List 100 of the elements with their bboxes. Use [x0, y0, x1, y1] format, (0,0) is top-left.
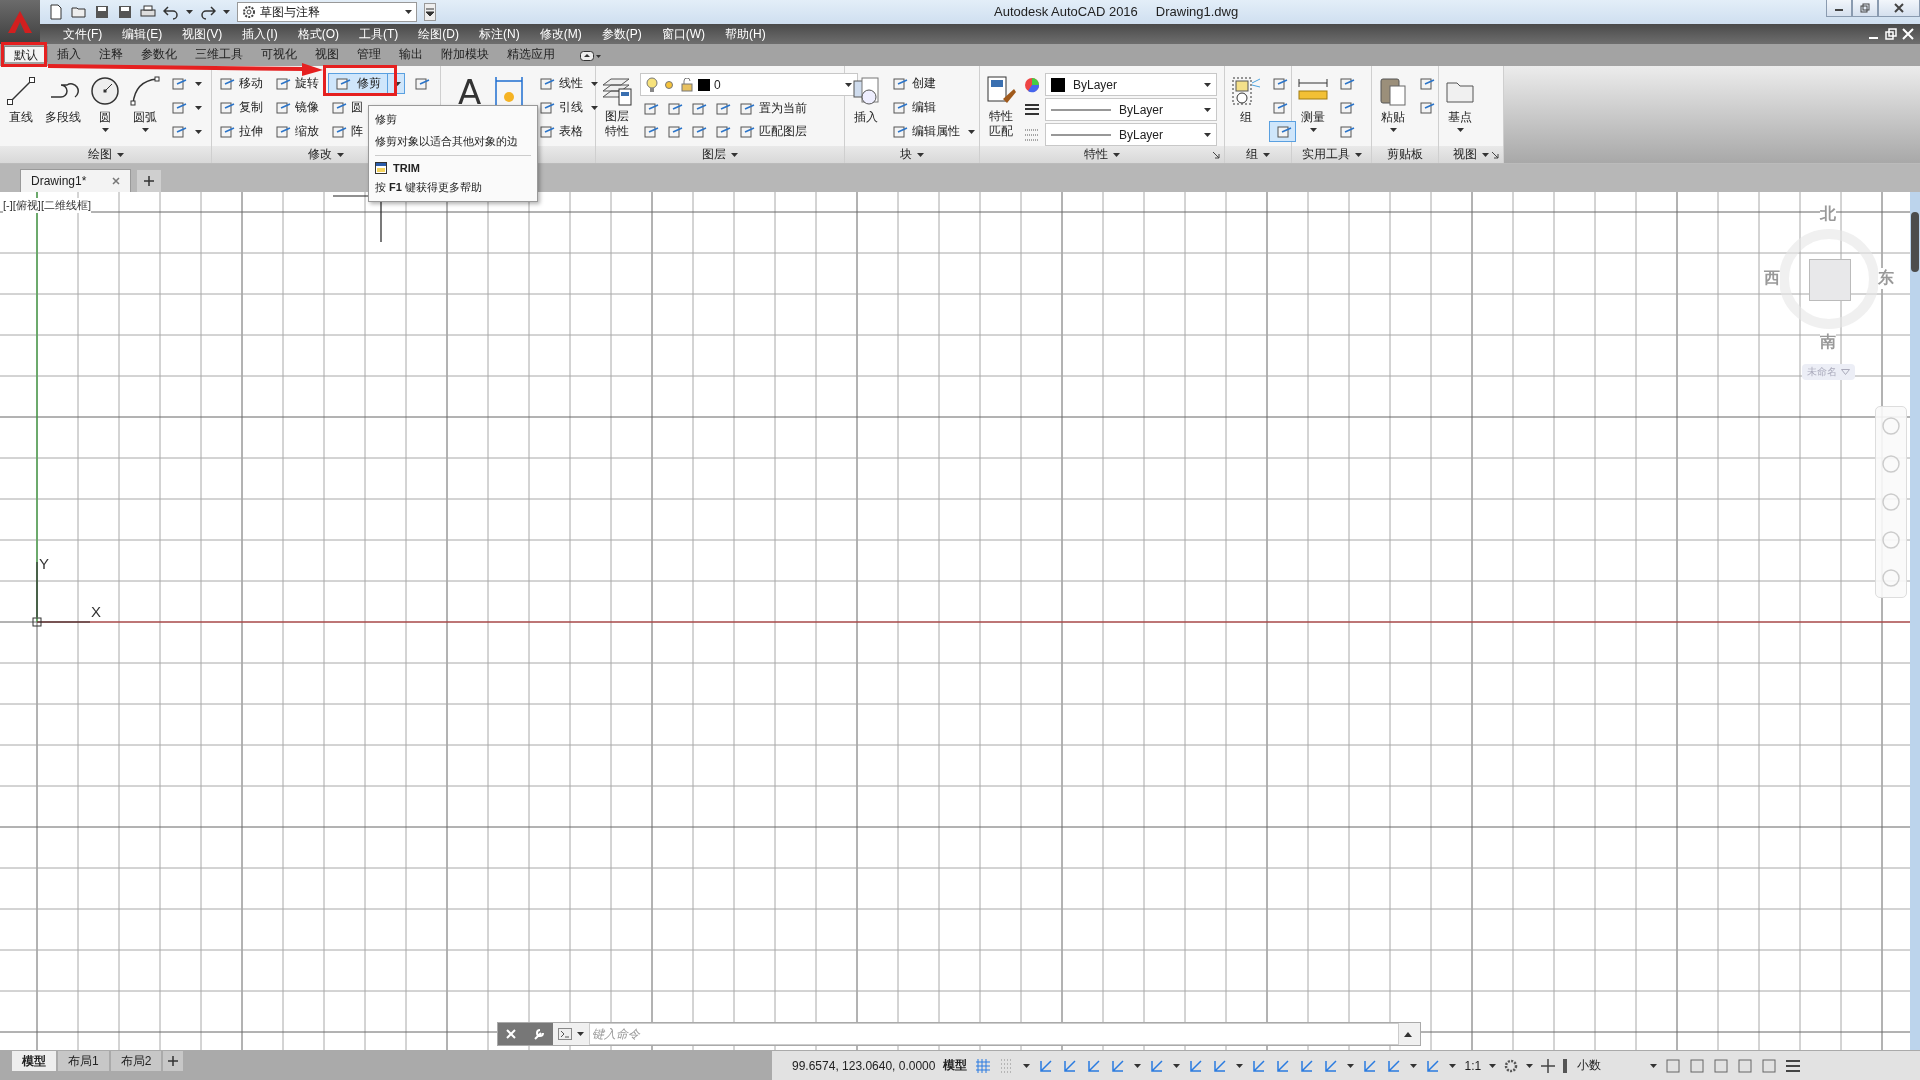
restore-icon[interactable] [1885, 28, 1897, 40]
tool-button[interactable]: 复制 [216, 97, 266, 118]
caret-icon[interactable] [394, 81, 401, 86]
menu-item[interactable]: 工具(T) [350, 25, 410, 43]
panel-title-bar[interactable]: 视图 [1439, 146, 1503, 163]
tool-button[interactable]: 移动 [216, 73, 266, 94]
menu-item[interactable]: 视图(V) [173, 25, 234, 43]
caret-icon[interactable] [1204, 107, 1211, 112]
panel-title-bar[interactable]: 绘图 [0, 146, 211, 163]
status-tool-icon[interactable] [1062, 1057, 1079, 1074]
menu-item[interactable]: 修改(M) [530, 25, 593, 43]
arrow-icon[interactable] [163, 4, 179, 20]
status-tool-icon[interactable] [1299, 1057, 1316, 1074]
property-dropdown[interactable]: ByLayer [1045, 123, 1217, 146]
ribbon-tab[interactable]: 默认 [4, 46, 48, 62]
status-tool-icon[interactable] [1212, 1057, 1229, 1074]
menu-item[interactable]: 绘图(D) [409, 25, 470, 43]
caret-icon[interactable] [405, 10, 412, 14]
status-tool-icon[interactable] [1362, 1057, 1379, 1074]
document-tab[interactable]: Drawing1* [20, 169, 132, 192]
layer-dropdown[interactable]: 0 [640, 73, 858, 96]
model-space-button[interactable]: 模型 [943, 1057, 968, 1074]
ribbon-button[interactable]: 圆弧 [128, 73, 162, 134]
caret-icon[interactable] [141, 128, 149, 132]
caret-icon[interactable] [1173, 1063, 1181, 1068]
printer-icon[interactable] [140, 4, 156, 20]
ribbon-button[interactable]: 多段线 [44, 73, 82, 128]
ribbon-button[interactable]: 图层特性 [600, 73, 634, 141]
caret-icon[interactable] [577, 1032, 584, 1036]
annotation-scale-button[interactable]: 1:1 [1464, 1058, 1482, 1073]
ribbon-button[interactable]: 圆 [88, 73, 122, 134]
tool-button[interactable]: 旋转 [272, 73, 322, 94]
caret-icon[interactable] [195, 129, 202, 134]
caret-icon[interactable] [845, 82, 852, 87]
caret-icon[interactable] [1236, 1063, 1244, 1068]
caret-icon[interactable] [1354, 152, 1362, 157]
caret-icon[interactable] [1309, 128, 1317, 132]
plus-icon[interactable] [1541, 1058, 1556, 1073]
caret-icon[interactable] [1204, 82, 1211, 87]
icon-button[interactable] [1269, 121, 1296, 142]
status-tool-icon[interactable] [1275, 1057, 1292, 1074]
dialog-launcher-icon[interactable] [1491, 151, 1499, 159]
menu-item[interactable]: 格式(O) [288, 25, 350, 43]
caret-icon[interactable] [591, 105, 599, 110]
caret-icon[interactable] [591, 81, 599, 86]
ribbon-button[interactable]: 基点 [1443, 73, 1477, 134]
menu-item[interactable]: 标注(N) [470, 25, 531, 43]
panel-title-bar[interactable]: 组 [1225, 146, 1291, 163]
close-icon[interactable] [112, 177, 121, 185]
caret-icon[interactable] [1526, 1063, 1534, 1068]
status-tool-icon[interactable] [1425, 1057, 1442, 1074]
layout-tab[interactable]: 布局2 [110, 1051, 162, 1071]
minimize-button[interactable] [1826, 0, 1852, 17]
panel-title-bar[interactable]: 剪贴板 [1372, 146, 1438, 163]
status-tool-icon[interactable] [1188, 1057, 1205, 1074]
close-button[interactable] [1878, 0, 1920, 17]
wrench-icon[interactable] [532, 1028, 545, 1040]
ribbon-tab[interactable]: 精选应用 [498, 46, 564, 62]
caret-icon[interactable] [195, 81, 202, 86]
tool-button[interactable]: 匹配图层 [736, 121, 810, 142]
ribbon-tab[interactable]: 参数化 [132, 46, 186, 62]
tool-button[interactable]: 编辑属性 [889, 121, 978, 142]
layout-tab[interactable]: 模型 [12, 1051, 56, 1071]
tool-button[interactable]: 创建 [889, 73, 978, 94]
arrow-icon[interactable] [200, 4, 216, 20]
workspace-dropdown[interactable]: 草图与注释 [237, 2, 417, 22]
panel-title-bar[interactable]: 块 [845, 146, 979, 163]
caret-icon[interactable] [1489, 1063, 1497, 1068]
ribbon-tab[interactable]: 输出 [390, 46, 432, 62]
ribbon-tab[interactable]: 插入 [48, 46, 90, 62]
restore-button[interactable] [1852, 0, 1878, 17]
layout-tab[interactable]: 布局1 [58, 1051, 109, 1071]
folder-icon[interactable] [71, 4, 87, 20]
tool-button[interactable]: 拉伸 [216, 121, 266, 142]
panel-title-bar[interactable]: 特性 [980, 146, 1224, 163]
drawing-area[interactable]: Y X [-][俯视][二维线框] 北 西 东 南 未命名 键入命令 [0, 192, 1920, 1050]
tool-button[interactable]: 线性 [536, 73, 602, 94]
tool-button[interactable]: 编辑 [889, 97, 978, 118]
document-icon[interactable] [48, 4, 64, 20]
units-dropdown[interactable]: 小数 [1577, 1057, 1658, 1074]
property-dropdown[interactable]: ByLayer [1045, 73, 1217, 96]
ruler-icon[interactable] [1563, 1058, 1570, 1073]
menu-item[interactable]: 文件(F) [54, 25, 114, 43]
prompt-icon[interactable] [558, 1028, 572, 1040]
new-layout-button[interactable] [163, 1051, 184, 1071]
caret-icon[interactable] [101, 128, 109, 132]
menu-item[interactable]: 插入(I) [233, 25, 289, 43]
caret-icon[interactable] [917, 152, 924, 157]
menu-item[interactable]: 帮助(H) [716, 25, 777, 43]
caret-icon[interactable] [1389, 128, 1397, 132]
tool-button[interactable]: 镜像 [272, 97, 322, 118]
status-tool-icon[interactable] [1323, 1057, 1340, 1074]
caret-icon[interactable] [1456, 128, 1464, 132]
caret-icon[interactable] [1404, 1031, 1412, 1037]
panel-title-bar[interactable]: 图层 [596, 146, 844, 163]
caret-icon[interactable] [1113, 152, 1120, 157]
ribbon-button[interactable]: 特性匹配 [984, 73, 1018, 141]
ribbon-button[interactable]: 组 [1229, 73, 1263, 128]
menu-item[interactable]: 参数(P) [592, 25, 653, 43]
tool-button[interactable]: 缩放 [272, 121, 322, 142]
